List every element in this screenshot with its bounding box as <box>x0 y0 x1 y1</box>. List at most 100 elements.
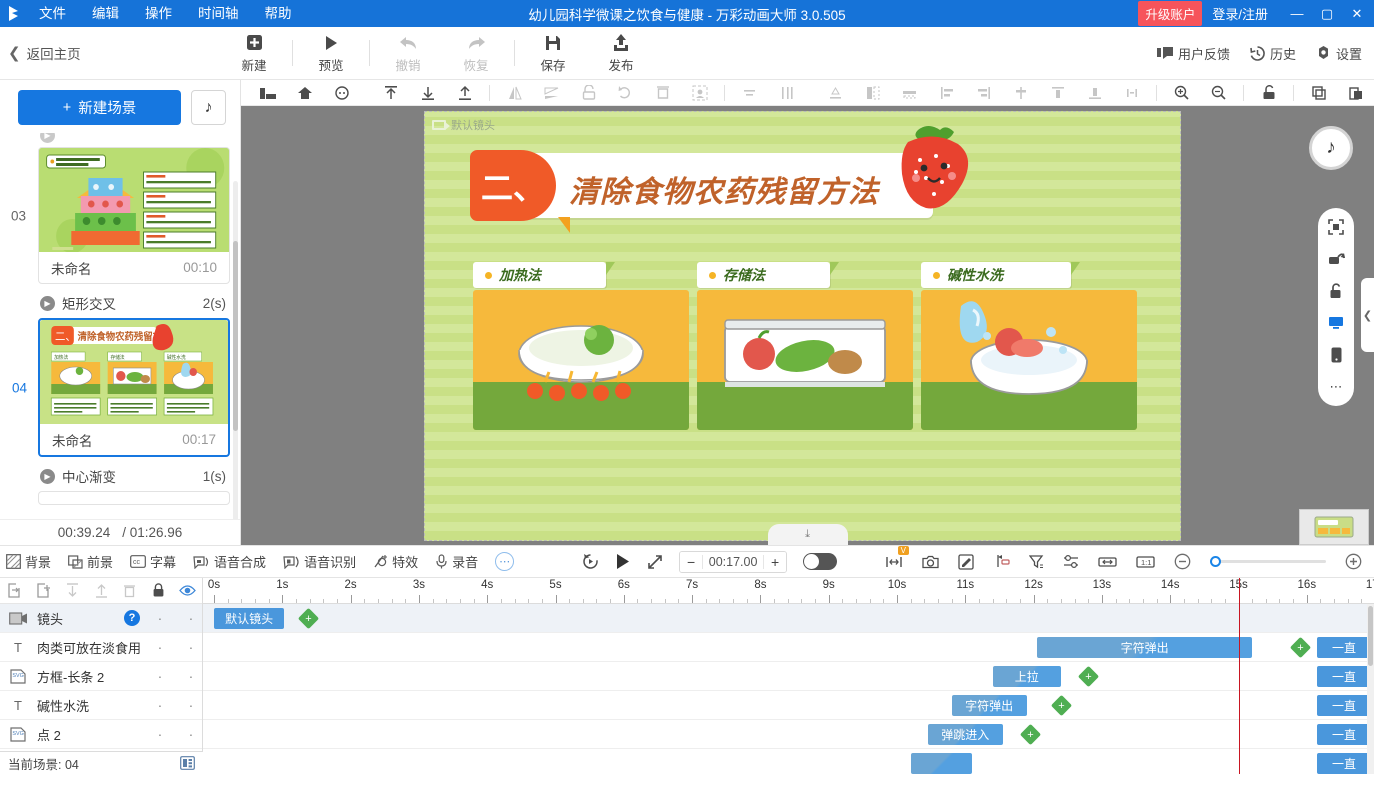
distribute-h-icon[interactable] <box>1113 80 1150 106</box>
track-lock-toggle[interactable]: · <box>149 610 171 626</box>
ungroup-icon[interactable] <box>891 80 928 106</box>
scene-list-scrollbar[interactable] <box>233 181 238 519</box>
transition-row-2[interactable]: ▶ 中心渐变 1(s) <box>38 461 230 491</box>
settings-button[interactable]: 设置 <box>1316 44 1362 63</box>
save-button[interactable]: 保存 <box>519 33 587 74</box>
replay-icon[interactable] <box>582 553 599 570</box>
background-music-button[interactable]: ♪ <box>191 90 226 125</box>
always-clip[interactable]: 一直 <box>1317 666 1371 687</box>
slide-column-3[interactable]: 碱性水洗 肉类可放在淡食用 <box>921 262 1137 430</box>
zoom-out-circle-icon[interactable] <box>1174 553 1191 570</box>
effects-button[interactable]: 特效 <box>373 552 418 571</box>
track-row[interactable]: 默认镜头 <box>203 604 1374 633</box>
subtitle-button[interactable]: cc 字幕 <box>130 552 176 571</box>
scene-list-scroll-thumb[interactable] <box>233 241 238 431</box>
unlock-icon[interactable] <box>1329 282 1343 300</box>
keyframe-marker[interactable] <box>1289 636 1312 659</box>
lock-icon[interactable] <box>570 80 607 106</box>
track-header-text-2[interactable]: T 碱性水洗 · · <box>0 691 202 720</box>
stage-music-button[interactable]: ♪ <box>1309 126 1353 170</box>
play-button[interactable] <box>615 553 631 570</box>
lock-track-icon[interactable] <box>144 583 173 598</box>
select-object-icon[interactable] <box>681 80 718 106</box>
align-top-icon[interactable] <box>1039 80 1076 106</box>
rotate-icon[interactable] <box>1328 250 1345 268</box>
new-scene-button[interactable]: + 新建场景 <box>18 90 181 125</box>
group-icon[interactable] <box>854 80 891 106</box>
align-middle-icon[interactable] <box>1002 80 1039 106</box>
scene-list-icon[interactable] <box>180 756 195 770</box>
bring-to-front-icon[interactable] <box>372 80 409 106</box>
keyframe-marker[interactable] <box>298 607 320 630</box>
slide-column-2[interactable]: 存储法 苹果、猕猴桃、冬瓜等不易腐朽的蔬果可以通过储存， <box>697 262 913 430</box>
asr-button[interactable]: 语音识别 <box>283 552 356 571</box>
always-clip[interactable]: 一直 <box>1317 724 1371 745</box>
scene-card-03[interactable]: 03 未命名 00:10 <box>11 147 230 284</box>
mobile-preview-icon[interactable] <box>1331 346 1342 364</box>
always-clip[interactable]: 一直 <box>1317 637 1371 658</box>
playhead[interactable] <box>1238 578 1240 774</box>
keyframe-icon[interactable] <box>993 554 1010 569</box>
import-icon[interactable] <box>0 583 29 598</box>
flip-vertical-icon[interactable] <box>533 80 570 106</box>
minimize-button[interactable]: — <box>1282 0 1312 27</box>
home-icon[interactable] <box>286 80 323 106</box>
track-row[interactable]: 弹跳进入 一直 <box>203 720 1374 749</box>
login-register-button[interactable]: 登录/注册 <box>1212 4 1268 23</box>
camera-icon[interactable] <box>922 555 939 569</box>
track-row[interactable]: 上拉 一直 <box>203 662 1374 691</box>
paste-icon[interactable] <box>1337 80 1374 106</box>
loop-toggle[interactable] <box>803 553 838 570</box>
zoom-out-icon[interactable] <box>1200 80 1237 106</box>
align-center-h-icon[interactable] <box>731 80 768 106</box>
keyframe-marker[interactable] <box>1050 694 1073 717</box>
align-left-icon[interactable] <box>928 80 965 106</box>
timeline-clip[interactable] <box>910 753 973 774</box>
move-up-icon[interactable] <box>87 583 116 598</box>
track-lock-toggle[interactable]: · <box>149 639 171 655</box>
menu-item-help[interactable]: 帮助 <box>252 0 305 27</box>
scene-card-next-partial[interactable] <box>38 491 230 505</box>
fit-horizontal-icon[interactable] <box>1098 555 1117 569</box>
rotate-left-icon[interactable] <box>607 80 644 106</box>
background-button[interactable]: 背景 <box>6 552 51 571</box>
copy-icon[interactable] <box>1300 80 1337 106</box>
align-top-edges-icon[interactable] <box>817 80 854 106</box>
scene-card-04[interactable]: 04 二、 清除食物农药残留方法 加热法 存储法 碱性水洗 未命名 00:17 <box>12 318 230 457</box>
adjust-icon[interactable] <box>1063 554 1079 569</box>
transition-row-1[interactable]: ▶ 矩形交叉 2(s) <box>38 288 230 318</box>
track-visibility-toggle[interactable]: · <box>180 668 202 684</box>
scene-list[interactable]: ▶ 03 未命名 00:10 ▶ 矩形交叉 2(s) 04 二、 清除食物农药残… <box>0 133 240 519</box>
always-clip[interactable]: 一直 <box>1317 695 1371 716</box>
track-visibility-toggle[interactable]: · <box>180 726 202 742</box>
panel-collapse-button[interactable]: ❮ <box>1361 278 1374 352</box>
always-clip[interactable]: 一直 <box>1317 753 1371 774</box>
desktop-preview-icon[interactable] <box>1328 314 1344 332</box>
track-lock-toggle[interactable]: · <box>149 668 171 684</box>
move-down-icon[interactable] <box>58 583 87 598</box>
zoom-in-circle-icon[interactable] <box>1345 553 1362 570</box>
duration-stepper[interactable]: − 00:17.00 + <box>679 550 788 573</box>
fit-width-icon[interactable]: V <box>885 545 909 569</box>
track-row[interactable]: 字符弹出 一直 <box>203 633 1374 662</box>
edit-icon[interactable] <box>958 553 974 570</box>
menu-item-file[interactable]: 文件 <box>26 0 79 27</box>
preview-button[interactable]: 预览 <box>297 33 365 74</box>
upgrade-account-button[interactable]: 升级账户 <box>1138 1 1203 26</box>
publish-button[interactable]: 发布 <box>587 33 655 74</box>
zoom-in-icon[interactable] <box>1163 80 1200 106</box>
send-to-back-icon[interactable] <box>409 80 446 106</box>
eye-visibility-icon[interactable] <box>173 584 202 597</box>
timeline-tracks[interactable]: 0s1s2s3s4s5s6s7s8s9s10s11s12s13s14s15s16… <box>203 578 1374 774</box>
timeline-scroll-thumb[interactable] <box>1368 606 1373 666</box>
timeline-ruler[interactable]: 0s1s2s3s4s5s6s7s8s9s10s11s12s13s14s15s16… <box>203 578 1374 604</box>
bring-forward-icon[interactable] <box>446 80 483 106</box>
track-header-camera[interactable]: 镜头 ? · · <box>0 604 202 633</box>
slide-title-bar[interactable]: 二、 清除食物农药残留方法 <box>470 150 933 233</box>
track-lock-toggle[interactable]: · <box>149 726 171 742</box>
delete-track-icon[interactable] <box>115 583 144 598</box>
fullscreen-icon[interactable] <box>647 554 663 570</box>
user-feedback-button[interactable]: 用户反馈 <box>1156 44 1230 63</box>
canvas-stage[interactable]: 默认镜头 二、 清除食物农药残留方法 加热法 存储法 碱性水洗 ♪ ⋯ ❮ ⤓ <box>241 106 1374 545</box>
slide-canvas[interactable]: 默认镜头 二、 清除食物农药残留方法 加热法 存储法 碱性水洗 <box>424 111 1181 541</box>
